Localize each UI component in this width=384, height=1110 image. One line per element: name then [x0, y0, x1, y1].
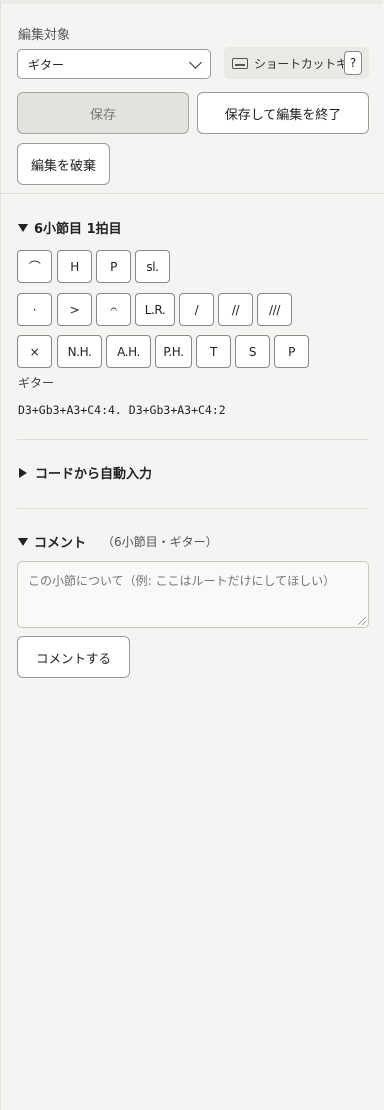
save-button[interactable]: 保存: [17, 92, 189, 134]
help-button[interactable]: ?: [344, 51, 362, 75]
pull-off-button[interactable]: P: [96, 250, 131, 283]
note-notation: D3+Gb3+A3+C4:4. D3+Gb3+A3+C4:2: [18, 403, 226, 417]
edit-target-value: ギター: [28, 57, 65, 72]
staccato-button[interactable]: ·: [17, 293, 52, 326]
save-and-exit-button[interactable]: 保存して編集を終了: [197, 92, 369, 134]
auto-input-title: コードから自動入力: [35, 467, 153, 482]
resize-handle-icon[interactable]: [358, 617, 366, 625]
let-ring-button[interactable]: L.R.: [135, 293, 175, 326]
chevron-down-icon: [189, 55, 202, 69]
beat-section-title: 6小節目 1拍目: [34, 222, 122, 237]
comment-placeholder: この小節について（例: ここはルートだけにしてほしい）: [28, 574, 336, 588]
fermata-button[interactable]: 𝄐: [96, 293, 131, 326]
divider: [1, 193, 384, 194]
mute-button[interactable]: ×: [17, 335, 52, 368]
discard-edits-button[interactable]: 編集を破棄: [17, 143, 110, 185]
edit-target-label: 編集対象: [18, 28, 71, 43]
divider: [17, 508, 369, 509]
pinch-harmonic-button[interactable]: P.H.: [155, 335, 192, 368]
slide-button[interactable]: sl.: [135, 250, 170, 283]
tremolo-1-button[interactable]: /: [179, 293, 214, 326]
keyboard-icon: [232, 57, 248, 69]
tie-button[interactable]: ⌒: [17, 250, 52, 283]
comment-textarea[interactable]: この小節について（例: ここはルートだけにしてほしい）: [17, 561, 369, 628]
tremolo-3-button[interactable]: ///: [257, 293, 292, 326]
shortcut-key-button[interactable]: ショートカットキー ?: [224, 47, 369, 79]
hammer-on-button[interactable]: H: [57, 250, 92, 283]
edit-target-select[interactable]: ギター: [17, 49, 211, 79]
triangle-down-icon: [18, 537, 28, 546]
triangle-down-icon: [18, 223, 28, 232]
comment-section-toggle[interactable]: コメント （6小節目・ギター）: [18, 532, 218, 551]
artificial-harmonic-button[interactable]: A.H.: [106, 335, 151, 368]
slap-button[interactable]: S: [235, 335, 270, 368]
comment-title: コメント: [34, 536, 87, 551]
instrument-label: ギター: [18, 376, 55, 390]
natural-harmonic-button[interactable]: N.H.: [57, 335, 102, 368]
pop-button[interactable]: P: [274, 335, 309, 368]
accent-button[interactable]: >: [57, 293, 92, 326]
tremolo-2-button[interactable]: //: [218, 293, 253, 326]
comment-context: （6小節目・ギター）: [102, 535, 218, 549]
triangle-right-icon: [19, 467, 27, 478]
tapping-button[interactable]: T: [196, 335, 231, 368]
beat-section-toggle[interactable]: 6小節目 1拍目: [18, 218, 122, 237]
divider: [17, 439, 369, 440]
editor-panel: 編集対象 ギター ショートカットキー ? 保存 保存して編集を終了 編集を破棄 …: [0, 0, 384, 1110]
submit-comment-button[interactable]: コメントする: [17, 636, 130, 678]
auto-input-toggle[interactable]: コードから自動入力: [18, 463, 152, 482]
